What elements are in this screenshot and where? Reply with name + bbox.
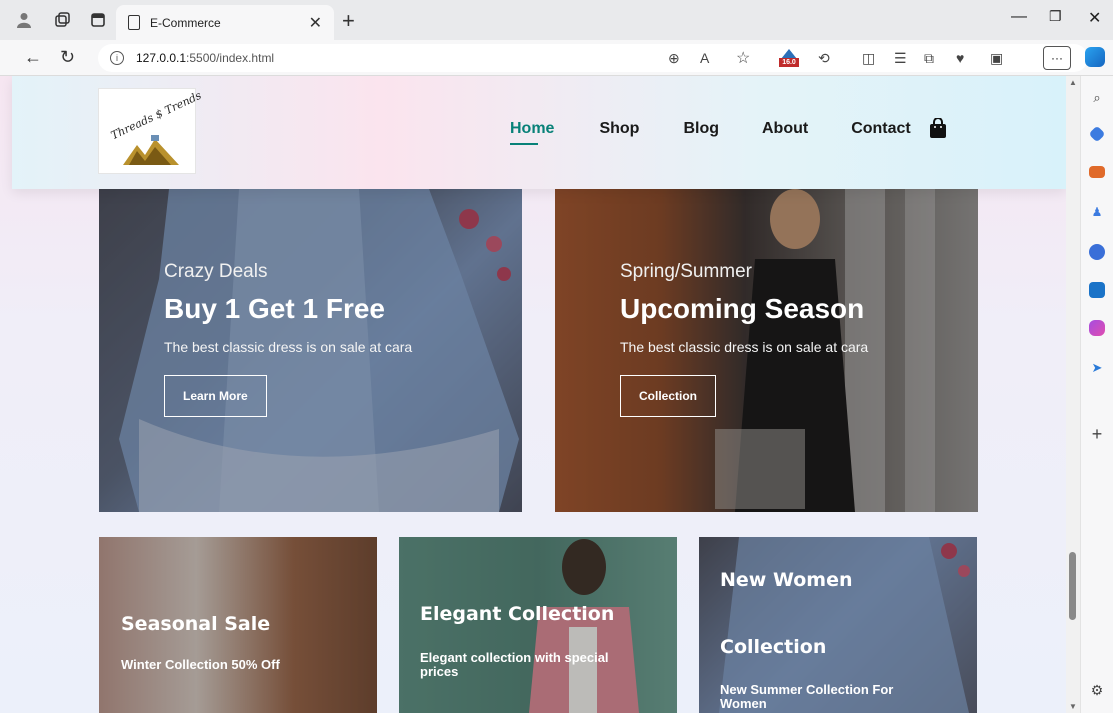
add-sidebar-app-icon[interactable]: + [1089,424,1105,444]
outlook-icon[interactable] [1089,282,1105,298]
back-icon[interactable]: ← [24,47,42,68]
new-women-subtitle: New Summer Collection For Women [720,682,894,711]
site-logo[interactable]: Threads $ Trends [98,88,203,174]
edge-sidebar: ⌕ ♟ ➤ + ⚙ [1080,76,1113,713]
site-header: Threads $ Trends Home Shop Blog About Co… [12,76,1066,189]
banner-right-text: Spring/Summer Upcoming Season The best c… [620,261,868,417]
address-bar-row: ← ↻ i 127.0.0.1:5500/index.html ⊕ A ☆ 16… [0,40,1113,76]
restore-icon[interactable]: ❐ [1049,8,1062,25]
designer-icon[interactable] [1089,320,1105,336]
tab-title: E-Commerce [150,15,221,30]
banner-seasonal-sale[interactable]: Seasonal Sale Winter Collection 50% Off [99,537,377,713]
banner-new-women-collection[interactable]: New Women Collection New Summer Collecti… [699,537,977,713]
scroll-up-icon[interactable]: ▲ [1069,78,1077,87]
read-aloud-icon[interactable]: A [700,50,709,66]
tab-actions-icon[interactable] [88,10,108,30]
scroll-down-icon[interactable]: ▼ [1069,702,1077,711]
tools-icon[interactable] [1089,166,1105,178]
page-viewport: Threads $ Trends Home Shop Blog About Co… [0,76,1066,713]
send-icon[interactable]: ➤ [1089,360,1105,376]
settings-icon[interactable]: ⚙ [1089,682,1105,698]
banner-left-headline: Buy 1 Get 1 Free [164,293,385,324]
info-icon[interactable]: i [110,51,124,65]
profile-icon[interactable] [14,10,34,30]
browser-tab-bar: E-Commerce ✕ + — ❐ ✕ [0,0,1113,40]
screenshot-icon[interactable]: ▣ [990,50,1003,67]
split-screen-icon[interactable]: ◫ [862,50,875,67]
new-women-title-line1: New Women [720,569,853,591]
banner-left-eyebrow: Crazy Deals [164,261,268,282]
performance-icon[interactable]: ♥ [956,50,964,66]
url-input[interactable]: i 127.0.0.1:5500/index.html [98,44,1088,72]
banner-right-eyebrow: Spring/Summer [620,261,752,282]
extensions-icon[interactable]: ⟲ [818,50,830,67]
elegant-collection-title: Elegant Collection [420,603,615,625]
close-icon[interactable]: ✕ [309,13,322,33]
shopping-icon[interactable] [1088,125,1106,143]
office-icon[interactable] [1089,244,1105,260]
collections-icon[interactable]: ⧉ [924,50,934,67]
active-tab[interactable]: E-Commerce ✕ [116,5,334,40]
page-scrollbar[interactable]: ▲ ▼ [1066,76,1080,713]
more-icon[interactable]: ··· [1043,46,1071,70]
favorites-list-icon[interactable]: ☰ [894,50,907,67]
badge-number: 16.0 [779,58,799,67]
main-nav: Home Shop Blog About Contact [510,120,911,145]
page-icon [128,15,140,30]
zoom-icon[interactable]: ⊕ [668,50,680,67]
games-icon[interactable]: ♟ [1089,204,1105,220]
banner-left-description: The best classic dress is on sale at car… [164,339,413,355]
url-host: 127.0.0.1 [136,51,187,65]
refresh-icon[interactable]: ↻ [60,47,75,68]
collection-button[interactable]: Collection [620,375,717,417]
new-women-title-line2: Collection [720,636,827,658]
favorite-icon[interactable]: ☆ [736,48,750,68]
url-path: :5500/index.html [186,51,275,65]
logo-mountain-icon [123,135,179,165]
banner-elegant-collection[interactable]: Elegant Collection Elegant collection wi… [399,537,677,713]
elegant-collection-subtitle: Elegant collection with special prices [420,650,609,679]
bag-icon[interactable] [930,118,946,138]
minimize-icon[interactable]: — [1011,8,1027,26]
banner-right-description: The best classic dress is on sale at car… [620,339,869,355]
workspaces-icon[interactable] [52,10,72,30]
extension-badge-icon[interactable]: 16.0 [779,48,799,68]
nav-shop[interactable]: Shop [599,120,639,138]
copilot-icon[interactable] [1085,47,1105,67]
nav-contact[interactable]: Contact [851,120,911,138]
banner-upcoming-season: Spring/Summer Upcoming Season The best c… [555,189,978,512]
nav-blog[interactable]: Blog [683,120,719,138]
learn-more-button[interactable]: Learn More [164,375,267,417]
scroll-thumb[interactable] [1069,552,1076,620]
nav-about[interactable]: About [762,120,808,138]
banner-left-text: Crazy Deals Buy 1 Get 1 Free The best cl… [164,261,412,417]
search-icon[interactable]: ⌕ [1089,90,1105,106]
add-tab-icon[interactable]: + [342,8,355,34]
banner-right-headline: Upcoming Season [620,293,865,324]
banner-crazy-deals: Crazy Deals Buy 1 Get 1 Free The best cl… [99,189,522,512]
seasonal-sale-title: Seasonal Sale [121,613,271,635]
window-close-icon[interactable]: ✕ [1088,8,1101,28]
nav-home[interactable]: Home [510,120,554,145]
seasonal-sale-subtitle: Winter Collection 50% Off [121,657,280,672]
